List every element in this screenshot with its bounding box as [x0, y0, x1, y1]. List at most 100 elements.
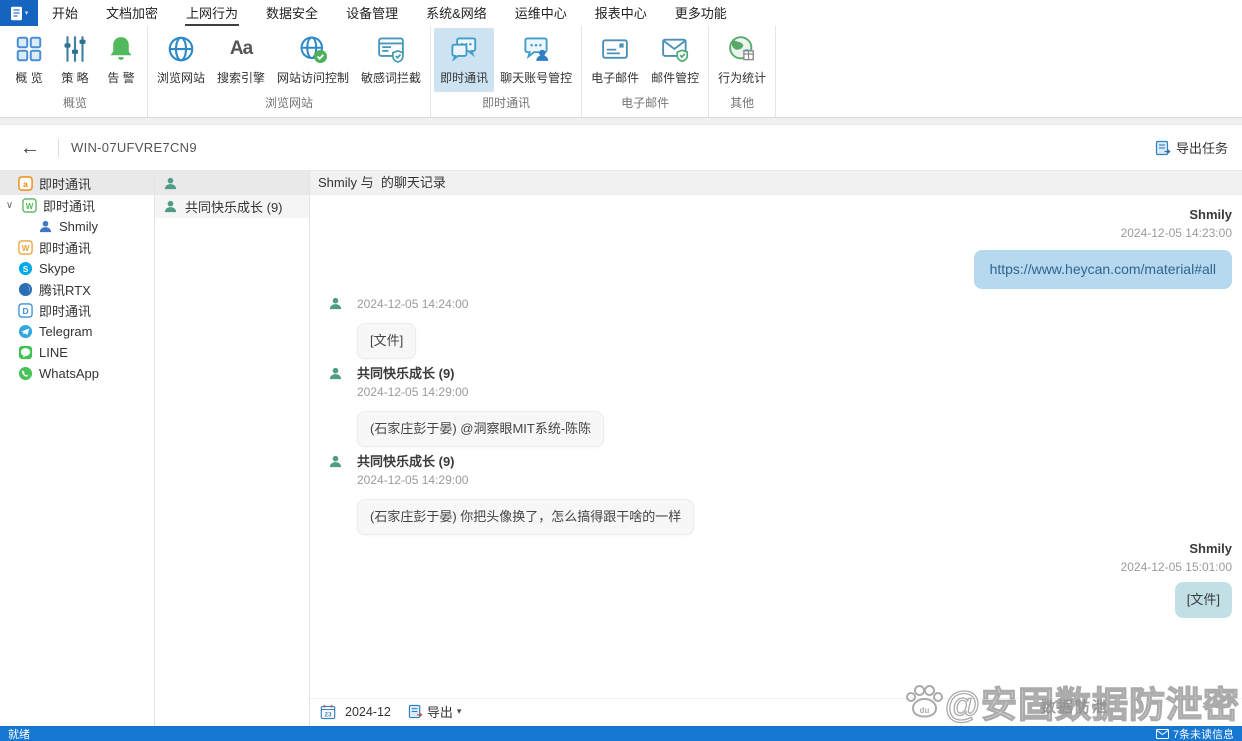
back-button[interactable]: ← [14, 138, 46, 158]
website-access-control-button[interactable]: 网站访问控制 [271, 28, 355, 92]
globe-check-icon [296, 32, 330, 66]
conversation-item-group[interactable]: 共同快乐成长 (9) [155, 195, 309, 218]
svg-text:D: D [22, 306, 28, 316]
message-time: 2024-12-05 14:24:00 [357, 297, 469, 311]
overview-button[interactable]: 概 览 [6, 28, 52, 92]
sidebar-item-rtx[interactable]: 腾讯RTX [0, 279, 154, 300]
contact-icon [163, 176, 178, 191]
sliders-icon [58, 32, 92, 66]
chat-account-control-button[interactable]: 聊天账号管控 [494, 28, 578, 92]
rtx-icon [18, 282, 33, 297]
sidebar-item-shmily[interactable]: Shmily [0, 216, 154, 237]
im-app-work-icon: W [18, 240, 33, 255]
svg-text:S: S [23, 264, 29, 274]
sidebar-item-label: 腾讯RTX [39, 283, 91, 298]
message-time: 2024-12-05 14:29:00 [357, 473, 469, 487]
divider [58, 138, 59, 157]
month-selector[interactable]: 2024-12 [345, 705, 391, 719]
tab-internet-behavior[interactable]: 上网行为 [172, 0, 252, 26]
status-bar: 就绪 7条未读信息 [0, 726, 1242, 741]
message-bubble: [文件] [1174, 582, 1232, 618]
chat-footer: 23 2024-12 导出 ▾ [310, 698, 1242, 724]
email-button[interactable]: 电子邮件 [585, 28, 645, 92]
ribbon-group-other: 行为统计 其他 [709, 26, 777, 117]
mail-control-button[interactable]: 邮件管控 [645, 28, 705, 92]
policy-button[interactable]: 策 略 [52, 28, 98, 92]
message-sender: Shmily [1189, 207, 1232, 222]
instant-messaging-button[interactable]: 即时通讯 [434, 28, 495, 92]
avatar-icon [328, 454, 343, 469]
tab-device-management[interactable]: 设备管理 [332, 0, 412, 26]
tab-doc-encryption[interactable]: 文档加密 [92, 0, 172, 26]
globe-stats-icon [725, 32, 759, 66]
skype-icon: S [18, 261, 33, 276]
chat-bubbles-icon [447, 32, 481, 66]
svg-text:23: 23 [325, 711, 332, 718]
grid-icon [12, 32, 46, 66]
sidebar-item-telegram[interactable]: Telegram [0, 321, 154, 342]
export-label: 导出 [426, 705, 453, 720]
message-sender: 共同快乐成长 (9) [357, 454, 455, 469]
behavior-stats-button[interactable]: 行为统计 [712, 28, 772, 92]
ribbon-group-email: 电子邮件 邮件管控 电子邮件 [582, 26, 710, 117]
sidebar-item-skype[interactable]: S Skype [0, 258, 154, 279]
conversation-list: 共同快乐成长 (9) [155, 171, 310, 726]
chat-message-incoming: 共同快乐成长 (9) 2024-12-05 14:29:00 (石家庄彭于晏) … [328, 365, 605, 447]
alert-button[interactable]: 告 警 [98, 28, 144, 92]
status-ready: 就绪 [8, 728, 30, 741]
sidebar-item-im-work[interactable]: W 即时通讯 [0, 237, 154, 258]
export-tasks-button[interactable]: 导出任务 [1155, 138, 1228, 157]
unread-messages[interactable]: 7条未读信息 [1155, 726, 1234, 741]
app-menu-button[interactable]: ▾ [0, 0, 38, 26]
svg-text:W: W [22, 244, 30, 253]
sidebar-item-label: Shmily [59, 219, 99, 234]
tab-ops-center[interactable]: 运维中心 [501, 0, 581, 26]
ribbon-group-label: 即时通讯 [482, 96, 531, 110]
document-icon [10, 6, 22, 20]
im-app-d-icon: D [18, 303, 33, 318]
ribbon-group-im: 即时通讯 聊天账号管控 即时通讯 [431, 26, 583, 117]
export-button[interactable]: 导出 ▾ [408, 702, 461, 721]
message-bubble: [文件] [357, 323, 417, 359]
chevron-down-icon[interactable]: ∨ [3, 200, 16, 211]
im-app-wechat-icon: W [22, 198, 37, 213]
message-bubble: (石家庄彭于晏) @洞察眼MIT系统-陈陈 [357, 411, 605, 447]
tab-more-features[interactable]: 更多功能 [661, 0, 741, 26]
main-content: a 即时通讯 ∨ W 即时通讯 Shmily W 即时通讯 S Skype 腾讯… [0, 171, 1242, 726]
menu-bar: ▾ 开始 文档加密 上网行为 数据安全 设备管理 系统&网络 运维中心 报表中心… [0, 0, 1242, 26]
browse-websites-button[interactable]: 浏览网站 [151, 28, 211, 92]
sidebar-item-im-d[interactable]: D 即时通讯 [0, 300, 154, 321]
chat-record-title: Shmily 与 的聊天记录 [310, 171, 1242, 195]
tab-system-network[interactable]: 系统&网络 [412, 0, 501, 26]
tab-report-center[interactable]: 报表中心 [581, 0, 661, 26]
sidebar-item-im-root[interactable]: a 即时通讯 [0, 171, 154, 195]
sidebar-item-whatsapp[interactable]: WhatsApp [0, 363, 154, 384]
sidebar-item-label: 即时通讯 [39, 304, 92, 319]
bell-icon [104, 32, 138, 66]
chat-message-outgoing: Shmily 2024-12-05 14:23:00 https://www.h… [973, 206, 1232, 289]
chat-message-outgoing: Shmily 2024-12-05 15:01:00 [文件] [1121, 540, 1232, 618]
im-app-a-icon: a [18, 175, 33, 191]
search-engine-button[interactable]: Aa 搜索引擎 [211, 28, 271, 92]
sidebar-item-im-wechat[interactable]: ∨ W 即时通讯 [0, 195, 154, 216]
sidebar-item-label: Skype [39, 261, 76, 276]
calendar-icon[interactable]: 23 [320, 704, 336, 720]
message-sender: 共同快乐成长 (9) [357, 366, 455, 381]
chat-user-icon [519, 32, 553, 66]
chevron-down-icon: ▾ [24, 10, 29, 17]
ribbon: 概 览 策 略 告 警 概览 浏览网站 Aa 搜索引擎 网站访问控制 敏感词拦截… [0, 26, 1242, 118]
tab-data-security[interactable]: 数据安全 [252, 0, 332, 26]
tab-home[interactable]: 开始 [38, 0, 92, 26]
font-search-icon: Aa [229, 38, 253, 59]
message-bubble-link[interactable]: https://www.heycan.com/material#all [973, 250, 1232, 289]
chat-record-pane: Shmily 与 的聊天记录 Shmily 2024-12-05 14:23:0… [310, 171, 1242, 726]
sidebar-item-line[interactable]: LINE [0, 342, 154, 363]
sidebar-item-label: LINE [39, 345, 68, 360]
line-icon [18, 345, 33, 360]
conversation-label: 共同快乐成长 (9) [185, 200, 283, 215]
conversation-list-header[interactable] [155, 171, 309, 195]
sensitive-word-block-button[interactable]: 敏感词拦截 [355, 28, 427, 92]
chat-message-incoming: 2024-12-05 14:24:00 [文件] [328, 295, 468, 359]
chat-message-incoming: 共同快乐成长 (9) 2024-12-05 14:29:00 (石家庄彭于晏) … [328, 453, 695, 535]
ribbon-divider-band [0, 118, 1242, 125]
